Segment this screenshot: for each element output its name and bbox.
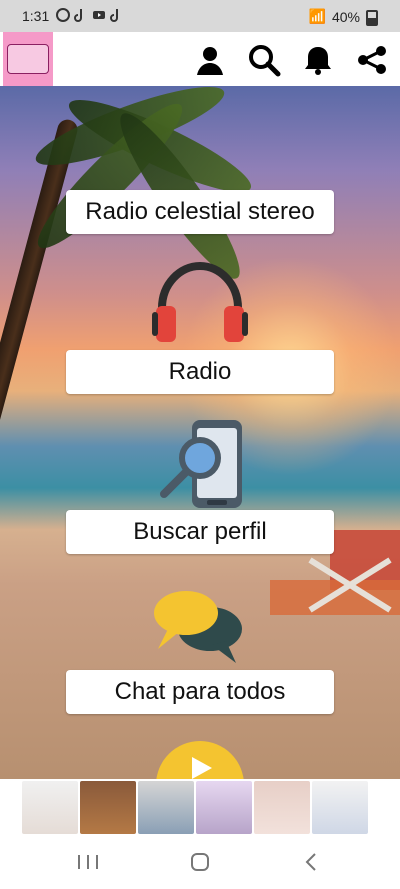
ad-image[interactable]: [138, 781, 194, 834]
battery-text: 40%: [331, 8, 360, 25]
bell-icon[interactable]: [298, 40, 338, 80]
user-icon[interactable]: [190, 40, 230, 80]
radio-celestial-label: Radio celestial stereo: [85, 198, 315, 225]
headphones-icon: [150, 258, 250, 350]
phone-search-icon: [150, 418, 250, 510]
search-icon[interactable]: [244, 40, 284, 80]
top-icons: [190, 40, 392, 80]
tiktok-icon: [74, 8, 88, 22]
system-nav-bar: [0, 836, 400, 889]
ad-image[interactable]: [254, 781, 310, 834]
buscar-perfil-label: Buscar perfil: [133, 518, 267, 545]
status-time: 1:31: [22, 8, 50, 24]
whatsapp-icon: [56, 8, 70, 22]
play-icon[interactable]: [156, 741, 244, 779]
signal-icon: 📶: [308, 8, 326, 24]
chat-para-todos-button[interactable]: Chat para todos: [66, 670, 334, 714]
logo-graphic: [7, 44, 49, 74]
share-icon[interactable]: [352, 40, 392, 80]
status-left-icons: [56, 8, 124, 22]
app-logo[interactable]: [3, 32, 53, 86]
ad-tiles: [22, 781, 368, 834]
recent-apps-icon[interactable]: [73, 850, 103, 874]
battery-icon: [366, 9, 378, 26]
radio-button[interactable]: Radio: [66, 350, 334, 394]
ad-image[interactable]: [22, 781, 78, 834]
ad-image[interactable]: [196, 781, 252, 834]
ad-image[interactable]: [312, 781, 368, 834]
status-bar: 1:31 📶 40%: [0, 0, 400, 32]
tiktok-icon: [110, 8, 124, 22]
ad-image[interactable]: [80, 781, 136, 834]
radio-label: Radio: [168, 358, 232, 385]
chat-para-todos-label: Chat para todos: [114, 678, 286, 705]
radio-celestial-button[interactable]: Radio celestial stereo: [66, 190, 334, 234]
back-icon[interactable]: [297, 850, 327, 874]
status-right: 📶 40%: [308, 8, 378, 26]
buscar-perfil-button[interactable]: Buscar perfil: [66, 510, 334, 554]
home-icon[interactable]: [185, 850, 215, 874]
chat-icon: [150, 583, 250, 669]
youtube-icon: [92, 8, 106, 22]
app-top-bar: [0, 32, 400, 86]
ad-banner[interactable]: [0, 779, 400, 836]
